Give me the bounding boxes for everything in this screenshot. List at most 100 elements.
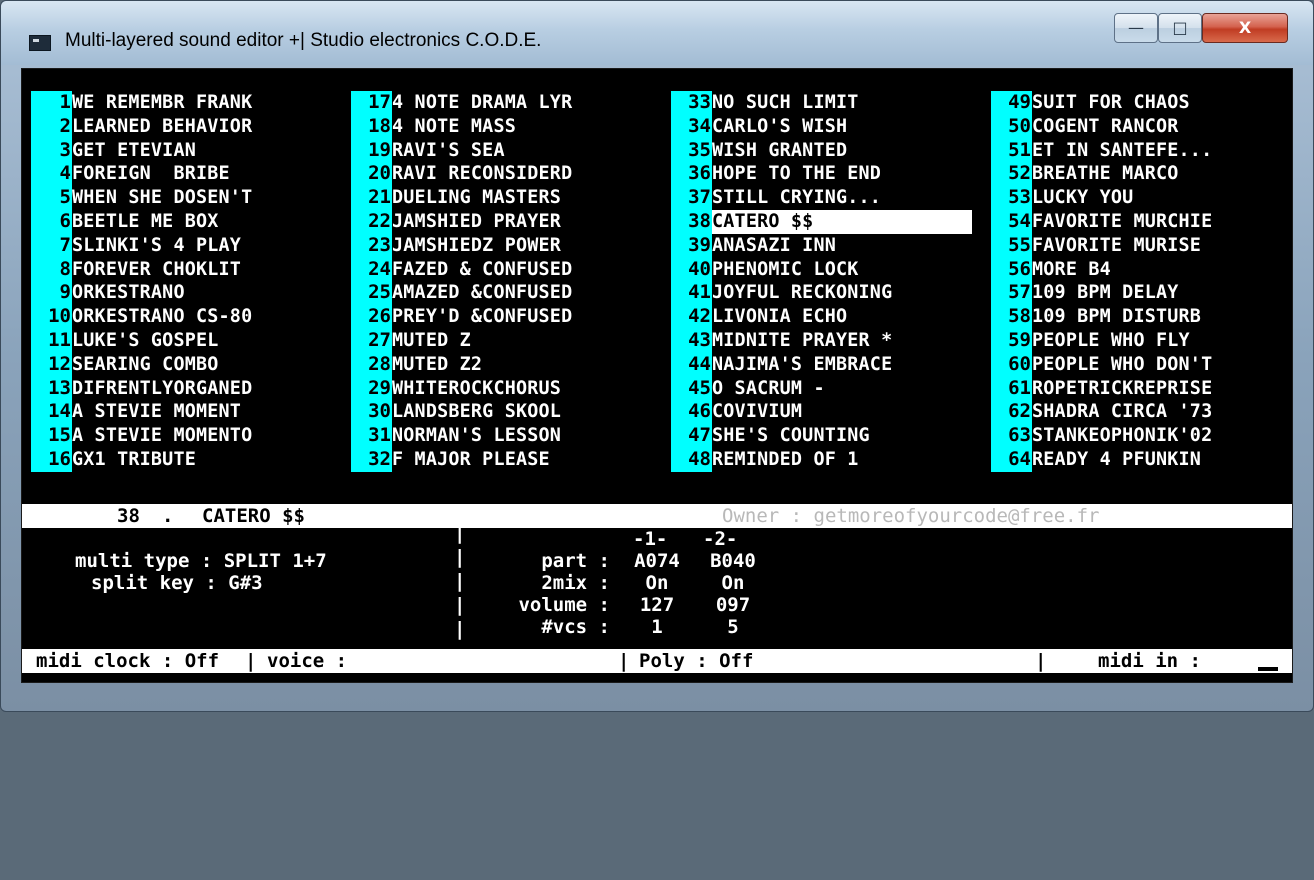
- program-item[interactable]: 20 RAVI RECONSIDERD: [351, 162, 652, 187]
- program-item[interactable]: 25 AMAZED &CONFUSED: [351, 281, 652, 306]
- program-number: 30: [351, 400, 392, 425]
- bottom-divider: |: [618, 650, 630, 672]
- program-item[interactable]: 47 SHE'S COUNTING: [671, 424, 972, 448]
- program-item[interactable]: 44 NAJIMA'S EMBRACE: [671, 352, 972, 377]
- program-item[interactable]: 9 ORKESTRANO: [31, 281, 332, 306]
- program-item[interactable]: 30 LANDSBERG SKOOL: [351, 400, 652, 425]
- program-item[interactable]: 28 MUTED Z2: [351, 352, 652, 377]
- program-item[interactable]: 59 PEOPLE WHO FLY: [991, 328, 1292, 353]
- program-item[interactable]: 33 NO SUCH LIMIT: [671, 91, 972, 115]
- program-item[interactable]: 11 LUKE'S GOSPEL: [31, 328, 332, 353]
- program-number: 25: [351, 281, 392, 306]
- program-item[interactable]: 50 COGENT RANCOR: [991, 114, 1292, 139]
- program-item[interactable]: 39 ANASAZI INN: [671, 233, 972, 258]
- voice-status[interactable]: voice :: [267, 650, 347, 672]
- part-1-value[interactable]: On: [622, 572, 692, 594]
- program-item[interactable]: 21 DUELING MASTERS: [351, 186, 652, 210]
- program-item[interactable]: 4 FOREIGN BRIBE: [31, 162, 332, 187]
- program-item[interactable]: 63 STANKEOPHONIK'02: [991, 424, 1292, 448]
- program-item[interactable]: 58 109 BPM DISTURB: [991, 305, 1292, 329]
- program-name: MUTED Z2: [392, 353, 483, 375]
- program-item[interactable]: 52 BREATHE MARCO: [991, 162, 1292, 187]
- program-item[interactable]: 15 A STEVIE MOMENTO: [31, 424, 332, 448]
- program-item[interactable]: 5 WHEN SHE DOSEN'T: [31, 186, 332, 210]
- program-item[interactable]: 41 JOYFUL RECKONING: [671, 281, 972, 306]
- part-2-value[interactable]: 097: [698, 594, 768, 616]
- part-2-value[interactable]: On: [698, 572, 768, 594]
- program-item[interactable]: 37 STILL CRYING...: [671, 186, 972, 210]
- program-item[interactable]: 42 LIVONIA ECHO: [671, 305, 972, 329]
- program-number: 31: [351, 424, 392, 448]
- program-item[interactable]: 26 PREY'D &CONFUSED: [351, 305, 652, 329]
- program-item[interactable]: 62 SHADRA CIRCA '73: [991, 400, 1292, 425]
- program-name: SHE'S COUNTING: [712, 425, 870, 447]
- part-1-value[interactable]: 127: [622, 594, 692, 616]
- program-item[interactable]: 61 ROPETRICKREPRISE: [991, 376, 1292, 401]
- minimize-button[interactable]: —: [1114, 13, 1158, 43]
- program-item[interactable]: 3 GET ETEVIAN: [31, 138, 332, 163]
- program-item[interactable]: 55 FAVORITE MURISE: [991, 233, 1292, 258]
- program-item[interactable]: 17 4 NOTE DRAMA LYR: [351, 91, 652, 115]
- program-item[interactable]: 45 O SACRUM -: [671, 376, 972, 401]
- program-item[interactable]: 57 109 BPM DELAY: [991, 281, 1292, 306]
- part-2-value[interactable]: B040: [698, 550, 768, 572]
- program-number: 2: [31, 114, 72, 139]
- program-item[interactable]: 31 NORMAN'S LESSON: [351, 424, 652, 448]
- program-item[interactable]: 34 CARLO'S WISH: [671, 114, 972, 139]
- app-icon[interactable]: [29, 35, 51, 51]
- program-name: A STEVIE MOMENTO: [72, 425, 253, 447]
- program-item[interactable]: 12 SEARING COMBO: [31, 352, 332, 377]
- program-item[interactable]: 1 WE REMEMBR FRANK: [31, 91, 332, 115]
- program-item[interactable]: 48 REMINDED OF 1: [671, 447, 972, 472]
- poly-status[interactable]: Poly : Off: [639, 650, 753, 672]
- program-number: 57: [991, 281, 1032, 306]
- program-name: PEOPLE WHO FLY: [1032, 329, 1190, 351]
- part-2-value[interactable]: 5: [698, 616, 768, 638]
- program-name: 4 NOTE DRAMA LYR: [392, 92, 573, 113]
- program-item[interactable]: 32 F MAJOR PLEASE: [351, 447, 652, 472]
- program-number: 35: [671, 138, 712, 163]
- current-program-bar: 38 . CATERO $$ Owner : getmoreofyourcode…: [22, 504, 1292, 528]
- part-1-value[interactable]: 1: [622, 616, 692, 638]
- midi-clock-status[interactable]: midi clock : Off: [36, 650, 219, 672]
- program-item[interactable]: 64 READY 4 PFUNKIN: [991, 447, 1292, 472]
- program-item[interactable]: 56 MORE B4: [991, 257, 1292, 282]
- program-item[interactable]: 38 CATERO $$: [671, 209, 972, 234]
- program-item[interactable]: 18 4 NOTE MASS: [351, 114, 652, 139]
- midi-in-status[interactable]: midi in :: [1098, 650, 1201, 672]
- program-item[interactable]: 27 MUTED Z: [351, 328, 652, 353]
- program-item[interactable]: 16 GX1 TRIBUTE: [31, 447, 332, 472]
- program-item[interactable]: 10 ORKESTRANO CS-80: [31, 305, 332, 329]
- program-name: REMINDED OF 1: [712, 448, 859, 470]
- program-item[interactable]: 19 RAVI'S SEA: [351, 138, 652, 163]
- program-name: WE REMEMBR FRANK: [72, 92, 253, 113]
- program-item[interactable]: 8 FOREVER CHOKLIT: [31, 257, 332, 282]
- program-item[interactable]: 54 FAVORITE MURCHIE: [991, 209, 1292, 234]
- program-column: 17 4 NOTE DRAMA LYR 18 4 NOTE MASS 19 RAVI'S …: [351, 91, 652, 472]
- program-item[interactable]: 35 WISH GRANTED: [671, 138, 972, 163]
- program-item[interactable]: 23 JAMSHIEDZ POWER: [351, 233, 652, 258]
- program-item[interactable]: 24 FAZED & CONFUSED: [351, 257, 652, 282]
- program-item[interactable]: 13 DIFRENTLYORGANED: [31, 376, 332, 401]
- maximize-button[interactable]: □: [1158, 13, 1202, 43]
- program-item[interactable]: 40 PHENOMIC LOCK: [671, 257, 972, 282]
- close-button[interactable]: X: [1202, 13, 1288, 43]
- program-name: RAVI'S SEA: [392, 139, 505, 161]
- part-1-value[interactable]: A074: [622, 550, 692, 572]
- program-item[interactable]: 53 LUCKY YOU: [991, 186, 1292, 210]
- program-item[interactable]: 36 HOPE TO THE END: [671, 162, 972, 187]
- program-item[interactable]: 46 COVIVIUM: [671, 400, 972, 425]
- program-item[interactable]: 43 MIDNITE PRAYER *: [671, 328, 972, 353]
- program-name: HOPE TO THE END: [712, 163, 882, 185]
- program-item[interactable]: 14 A STEVIE MOMENT: [31, 400, 332, 425]
- title-bar[interactable]: Multi-layered sound editor +| Studio ele…: [1, 1, 1313, 65]
- program-item[interactable]: 29 WHITEROCKCHORUS: [351, 376, 652, 401]
- program-item[interactable]: 51 ET IN SANTEFE...: [991, 138, 1292, 163]
- program-item[interactable]: 2 LEARNED BEHAVIOR: [31, 114, 332, 139]
- program-item[interactable]: 6 BEETLE ME BOX: [31, 209, 332, 234]
- program-item[interactable]: 22 JAMSHIED PRAYER: [351, 209, 652, 234]
- program-item[interactable]: 7 SLINKI'S 4 PLAY: [31, 233, 332, 258]
- program-item[interactable]: 60 PEOPLE WHO DON'T: [991, 352, 1292, 377]
- program-item[interactable]: 49 SUIT FOR CHAOS: [991, 91, 1292, 115]
- program-number: 34: [671, 114, 712, 139]
